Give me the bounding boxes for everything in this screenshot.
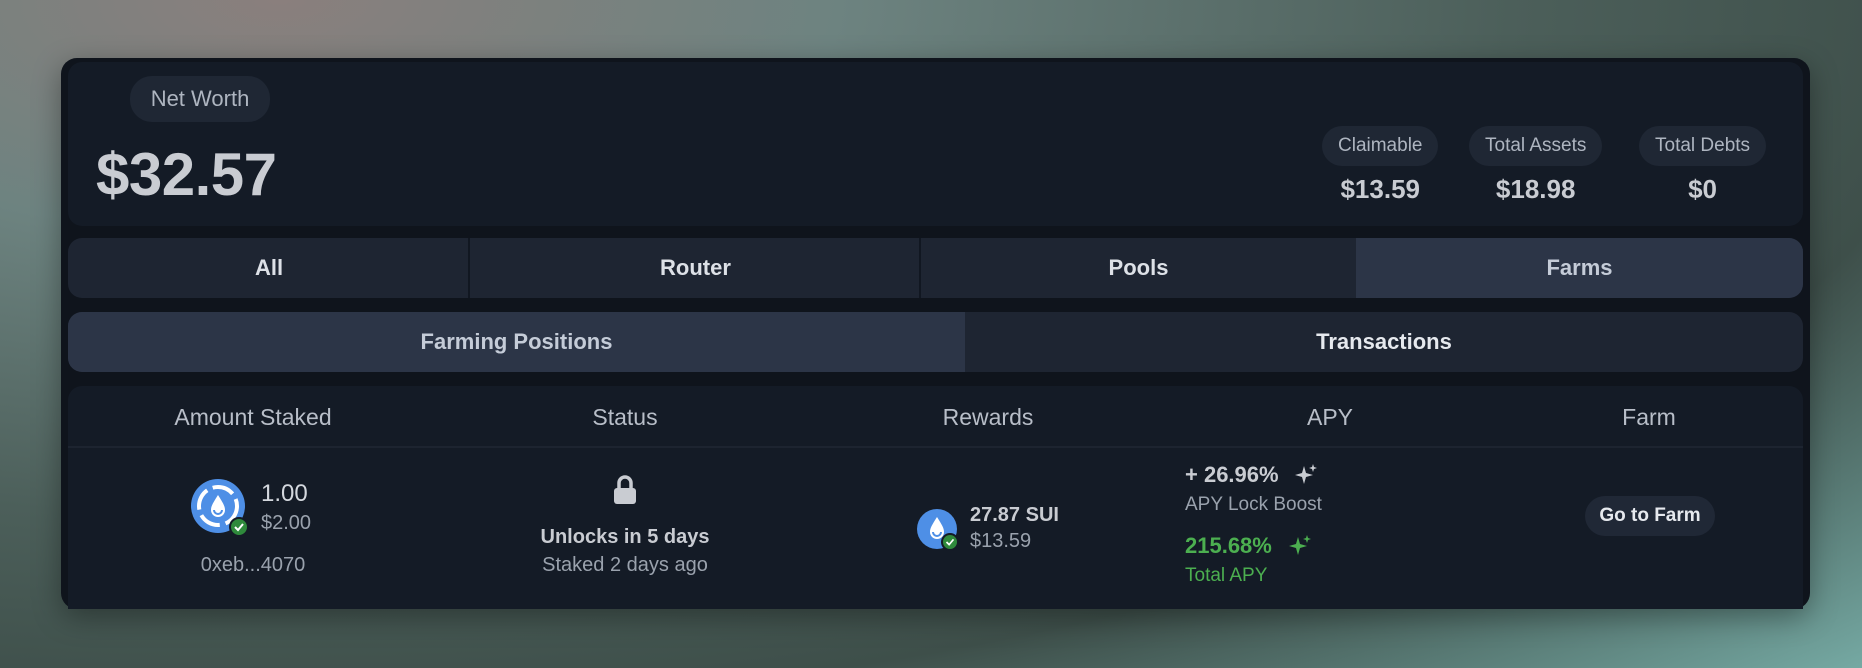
stat-total-assets-label: Total Assets (1469, 126, 1603, 166)
amount-staked-value: 1.00 (261, 480, 308, 507)
position-address: 0xeb...4070 (200, 554, 306, 576)
sub-tabs: Farming Positions Transactions (68, 312, 1803, 372)
farm-card: Net Worth $32.57 Claimable $13.59 Total … (61, 58, 1810, 609)
header-apy: APY (1306, 404, 1354, 430)
net-worth-header: Net Worth $32.57 Claimable $13.59 Total … (68, 62, 1803, 226)
stat-total-assets-value: $18.98 (1495, 174, 1576, 204)
header-rewards: Rewards (942, 404, 1034, 430)
sparkle-icon (1293, 463, 1319, 489)
tab-all[interactable]: All (68, 238, 470, 298)
tab-farming-positions[interactable]: Farming Positions (68, 312, 965, 372)
header-status: Status (592, 404, 658, 430)
tab-router[interactable]: Router (470, 238, 921, 298)
amount-staked-usd: $2.00 (261, 512, 312, 534)
stat-total-debts-value: $0 (1688, 174, 1717, 204)
verified-check-icon (941, 533, 959, 551)
header-farm: Farm (1622, 404, 1676, 430)
positions-table: Amount Staked Status Rewards APY Farm 1.… (68, 386, 1803, 609)
sparkle-icon (1287, 534, 1313, 560)
go-to-farm-button[interactable]: Go to Farm (1585, 496, 1715, 536)
apy-boost-value: + 26.96% (1185, 462, 1279, 487)
status-title: Unlocks in 5 days (540, 526, 710, 548)
header-amount-staked: Amount Staked (174, 404, 332, 430)
reward-usd: $13.59 (970, 530, 1032, 552)
main-tabs: All Router Pools Farms (68, 238, 1803, 298)
verified-check-icon (229, 517, 249, 537)
stat-claimable-label: Claimable (1322, 126, 1439, 166)
tab-farms[interactable]: Farms (1356, 238, 1803, 298)
table-header: Amount Staked Status Rewards APY Farm (68, 386, 1803, 448)
lock-icon (611, 474, 639, 506)
stat-claimable-value: $13.59 (1340, 174, 1420, 204)
stat-total-assets: Total Assets $18.98 (1469, 126, 1603, 205)
apy-total-label: Total APY (1185, 565, 1268, 586)
stat-total-debts-label: Total Debts (1639, 126, 1767, 166)
stat-claimable: Claimable $13.59 (1322, 126, 1439, 205)
reward-amount: 27.87 SUI (970, 504, 1059, 526)
tab-transactions[interactable]: Transactions (965, 312, 1803, 372)
tab-pools[interactable]: Pools (921, 238, 1356, 298)
apy-boost-label: APY Lock Boost (1185, 494, 1322, 515)
net-worth-label: Net Worth (130, 76, 270, 122)
stat-total-debts: Total Debts $0 (1639, 126, 1767, 205)
net-worth-value: $32.57 (96, 141, 277, 208)
apy-total-value: 215.68% (1185, 533, 1272, 558)
table-row: 1.00 $2.00 0xeb...4070 Unlocks in 5 days… (68, 448, 1803, 608)
status-subtitle: Staked 2 days ago (542, 554, 708, 576)
